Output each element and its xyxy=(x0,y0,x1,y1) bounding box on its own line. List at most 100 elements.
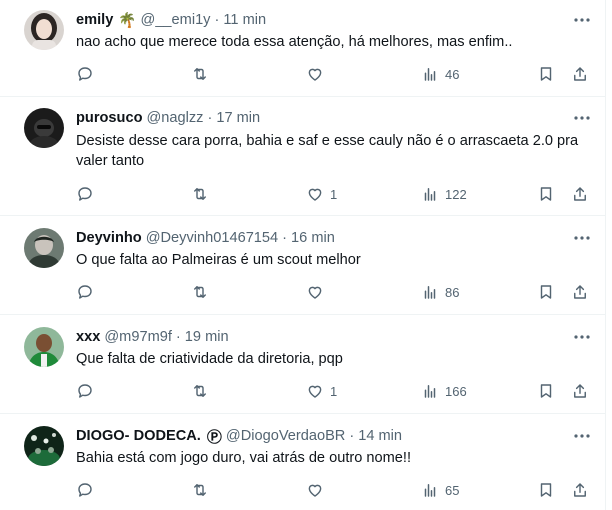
views-chart-icon xyxy=(424,68,436,81)
action-bar: 86 xyxy=(76,282,596,302)
share-button[interactable] xyxy=(571,480,589,500)
user-handle[interactable]: @DiogoVerdaoBR xyxy=(226,428,345,444)
reply-tweet[interactable]: xxx @m97m9f · 19 min Que falta de criati… xyxy=(0,315,606,414)
repost-icon xyxy=(194,188,206,200)
bookmark-button[interactable] xyxy=(537,184,555,204)
views-button[interactable]: 65 xyxy=(421,480,459,500)
bookmark-button[interactable] xyxy=(537,282,555,302)
reply-feed: emily 🌴 @__emi1y · 11 min nao acho que m… xyxy=(0,0,606,510)
tweet-header: DIOGO- DODECA. Ⓟ @DiogoVerdaoBR · 14 min xyxy=(76,426,402,446)
share-button[interactable] xyxy=(571,381,589,401)
tweet-text: Bahia está com jogo duro, vai atrás de o… xyxy=(76,450,412,466)
display-name[interactable]: purosuco xyxy=(76,110,142,126)
views-chart-icon xyxy=(424,286,436,299)
timestamp[interactable]: 19 min xyxy=(185,329,229,345)
reply-button[interactable] xyxy=(76,381,94,401)
separator-dot: · xyxy=(214,12,220,28)
reply-button[interactable] xyxy=(76,184,94,204)
reply-tweet[interactable]: Deyvinho @Deyvinh01467154 · 16 min O que… xyxy=(0,216,606,315)
reply-icon xyxy=(78,67,92,81)
reply-tweet[interactable]: emily 🌴 @__emi1y · 11 min nao acho que m… xyxy=(0,0,606,97)
heart-icon xyxy=(308,286,322,299)
heart-icon xyxy=(308,484,322,497)
share-icon xyxy=(574,187,586,201)
repost-button[interactable] xyxy=(191,64,209,84)
repost-icon xyxy=(194,68,206,80)
user-handle[interactable]: @Deyvinh01467154 xyxy=(146,230,278,246)
share-button[interactable] xyxy=(571,282,589,302)
more-options-icon[interactable] xyxy=(572,10,592,30)
action-bar: 1 166 xyxy=(76,381,596,401)
view-count: 86 xyxy=(445,284,460,300)
bookmark-button[interactable] xyxy=(537,381,555,401)
bookmark-icon xyxy=(540,384,552,398)
views-button[interactable]: 166 xyxy=(421,381,467,401)
tweet-header: emily 🌴 @__emi1y · 11 min xyxy=(76,10,266,30)
share-icon xyxy=(574,67,586,81)
palmeiras-badge-icon: Ⓟ xyxy=(206,428,222,446)
avatar[interactable] xyxy=(24,426,64,466)
repost-button[interactable] xyxy=(191,381,209,401)
like-button[interactable]: 1 xyxy=(306,184,337,204)
timestamp[interactable]: 17 min xyxy=(216,110,260,126)
like-button[interactable] xyxy=(306,282,330,302)
view-count: 65 xyxy=(445,482,460,498)
more-options-icon[interactable] xyxy=(572,228,592,248)
bookmark-button[interactable] xyxy=(537,480,555,500)
like-button[interactable] xyxy=(306,480,330,500)
avatar[interactable] xyxy=(24,228,64,268)
timestamp[interactable]: 14 min xyxy=(358,428,402,444)
repost-button[interactable] xyxy=(191,184,209,204)
reply-button[interactable] xyxy=(76,480,94,500)
views-button[interactable]: 86 xyxy=(421,282,459,302)
like-button[interactable] xyxy=(306,64,330,84)
repost-button[interactable] xyxy=(191,282,209,302)
timestamp[interactable]: 16 min xyxy=(291,230,335,246)
tweet-header: purosuco @naglzz · 17 min xyxy=(76,108,260,128)
share-icon xyxy=(574,384,586,398)
more-options-icon[interactable] xyxy=(572,426,592,446)
repost-icon xyxy=(194,484,206,496)
user-handle[interactable]: @__emi1y xyxy=(141,12,211,28)
separator-dot: · xyxy=(175,329,181,345)
display-name[interactable]: emily xyxy=(76,12,113,28)
views-chart-icon xyxy=(424,385,436,398)
timestamp[interactable]: 11 min xyxy=(223,12,266,28)
view-count: 46 xyxy=(445,66,460,82)
like-button[interactable]: 1 xyxy=(306,381,337,401)
action-bar: 65 xyxy=(76,480,596,500)
reply-button[interactable] xyxy=(76,282,94,302)
bookmark-button[interactable] xyxy=(537,64,555,84)
views-button[interactable]: 46 xyxy=(421,64,459,84)
separator-dot: · xyxy=(349,428,355,444)
views-button[interactable]: 122 xyxy=(421,184,467,204)
share-button[interactable] xyxy=(571,64,589,84)
like-count: 1 xyxy=(330,383,338,399)
view-count: 166 xyxy=(445,383,467,399)
repost-icon xyxy=(194,286,206,298)
action-bar: 46 xyxy=(76,64,596,84)
more-options-icon[interactable] xyxy=(572,108,592,128)
display-name[interactable]: DIOGO- DODECA. xyxy=(76,428,201,444)
share-button[interactable] xyxy=(571,184,589,204)
reply-icon xyxy=(78,285,92,299)
reply-tweet[interactable]: purosuco @naglzz · 17 min Desiste desse … xyxy=(0,97,606,216)
reply-button[interactable] xyxy=(76,64,94,84)
repost-button[interactable] xyxy=(191,480,209,500)
avatar[interactable] xyxy=(24,108,64,148)
heart-icon xyxy=(308,385,322,398)
tweet-text: Desiste desse cara porra, bahia e saf e … xyxy=(76,133,579,169)
reply-icon xyxy=(78,384,92,398)
tweet-text: nao acho que merece toda essa atenção, h… xyxy=(76,34,513,50)
display-name[interactable]: Deyvinho xyxy=(76,230,142,246)
display-name[interactable]: xxx xyxy=(76,329,100,345)
avatar[interactable] xyxy=(24,10,64,50)
reply-icon xyxy=(78,187,92,201)
user-handle[interactable]: @m97m9f xyxy=(104,329,172,345)
share-icon xyxy=(574,483,586,497)
reply-tweet[interactable]: DIOGO- DODECA. Ⓟ @DiogoVerdaoBR · 14 min… xyxy=(0,414,606,510)
user-handle[interactable]: @naglzz xyxy=(146,110,203,126)
separator-dot: · xyxy=(207,110,213,126)
avatar[interactable] xyxy=(24,327,64,367)
more-options-icon[interactable] xyxy=(572,327,592,347)
